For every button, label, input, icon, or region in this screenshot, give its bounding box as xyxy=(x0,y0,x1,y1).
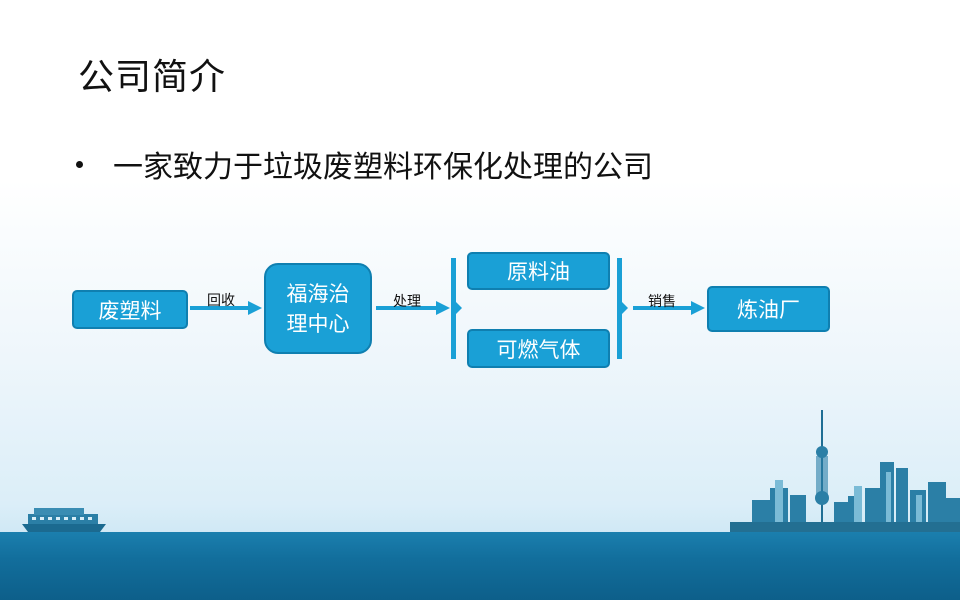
edge-label-recycle: 回收 xyxy=(207,293,235,309)
ship-illustration xyxy=(22,508,106,532)
slide: 公司简介 一家致力于垃圾废塑料环保化处理的公司 废塑料 福海治 理中心 原料油 … xyxy=(0,0,960,600)
arrow-into-bracket xyxy=(456,302,462,314)
tv-tower-icon xyxy=(815,410,829,528)
city-skyline-illustration xyxy=(730,410,960,532)
sea-band xyxy=(0,532,960,600)
arrow-out-bracket xyxy=(622,302,628,314)
edge-label-sell: 销售 xyxy=(648,294,676,310)
shoreline xyxy=(730,523,960,532)
edge-label-process: 处理 xyxy=(393,294,421,310)
